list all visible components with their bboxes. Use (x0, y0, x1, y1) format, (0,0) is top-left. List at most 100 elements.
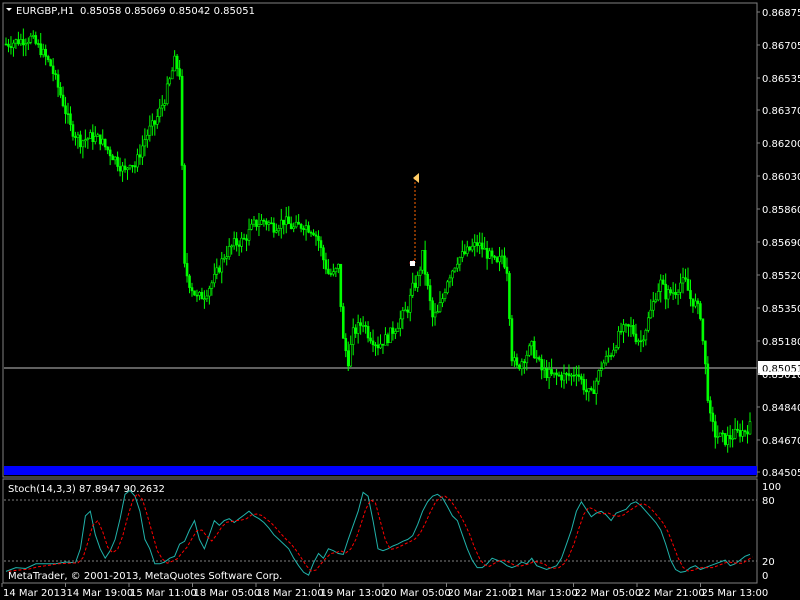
candle-body (252, 219, 256, 225)
stoch-main-line (5, 489, 751, 576)
candle-body (485, 248, 489, 259)
candle-body (267, 222, 271, 225)
candle-body (416, 275, 419, 288)
candle-body (297, 221, 300, 225)
y-tick-label: 0.85690 (762, 238, 800, 249)
trade-marker-icon[interactable] (410, 261, 415, 266)
candle-body (79, 134, 82, 148)
candle-body (575, 374, 578, 377)
candle-body (448, 277, 452, 283)
candle-body (572, 374, 576, 377)
x-tick-label: 15 Mar 11:00 (130, 588, 197, 599)
candle-body (208, 288, 211, 297)
candle-body (131, 165, 134, 167)
candle-body (237, 244, 241, 247)
candle-body (709, 400, 712, 414)
candle-body (344, 338, 348, 352)
candle-body (604, 356, 608, 364)
candle-body (235, 238, 238, 246)
candle-body (505, 266, 509, 274)
candle-body (262, 219, 266, 222)
candle-body (637, 340, 640, 343)
candle-body (232, 238, 236, 247)
candle-body (669, 289, 672, 294)
candle-body (81, 140, 85, 148)
level-100-label: 100 (762, 482, 781, 493)
candle-body (101, 138, 105, 145)
candle-body (366, 326, 370, 339)
candle-body (198, 292, 201, 296)
candle-body (518, 364, 521, 369)
candle-body (508, 273, 511, 319)
candle-body (126, 167, 129, 170)
candle-body (7, 43, 10, 47)
candle-body (679, 282, 682, 293)
candle-body (215, 267, 219, 275)
candle-body (523, 361, 526, 364)
candle-body (354, 327, 357, 334)
candle-body (31, 35, 35, 37)
blue-band (4, 466, 757, 475)
copyright-label: MetaTrader, © 2001-2013, MetaQuotes Soft… (8, 571, 282, 582)
candle-body (49, 59, 52, 67)
candle-body (557, 374, 561, 377)
candle-body (443, 292, 447, 299)
candle-body (108, 149, 112, 157)
candle-body (64, 105, 67, 114)
candle-body (4, 43, 8, 46)
candle-body (287, 216, 291, 225)
price-chart[interactable]: EURGBP,H1 0.85058 0.85069 0.85042 0.8505… (0, 0, 800, 600)
candle-body (230, 245, 233, 248)
candle-body (41, 48, 45, 56)
candle-body (86, 138, 90, 140)
candle-body (257, 224, 261, 227)
candle-body (155, 116, 159, 125)
candle-body (337, 263, 340, 269)
candle-body (589, 388, 593, 391)
candle-body (381, 343, 385, 346)
x-tick-label: 18 Mar 21:00 (257, 588, 324, 599)
candle-body (148, 125, 152, 136)
candle-body (292, 226, 295, 229)
candle-body (513, 357, 516, 362)
candle-body (716, 436, 720, 438)
candle-body (676, 291, 680, 296)
candle-body (294, 221, 298, 228)
candle-body (346, 350, 350, 367)
symbol-label: EURGBP,H1 (16, 6, 74, 17)
candle-body (592, 389, 596, 395)
candle-body (106, 146, 109, 151)
candle-body (103, 138, 107, 148)
candle-body (163, 103, 167, 106)
chevron-down-icon[interactable] (6, 8, 12, 11)
arrow-up-icon[interactable] (413, 173, 419, 183)
y-tick-label: 0.85860 (762, 205, 800, 216)
candle-body (733, 428, 737, 439)
candle-body (289, 223, 293, 229)
candle-body (674, 292, 677, 296)
candle-body (111, 155, 114, 161)
candle-body (371, 340, 375, 346)
candle-body (36, 43, 40, 45)
candle-body (723, 433, 727, 445)
candle-body (451, 270, 454, 279)
candle-body (475, 242, 479, 246)
candle-body (500, 255, 504, 258)
candle-body (401, 310, 405, 320)
candle-body (59, 86, 62, 96)
candle-body (349, 344, 353, 367)
candle-body (369, 337, 372, 342)
candle-body (284, 216, 288, 225)
candle-body (386, 334, 390, 344)
candle-body (255, 219, 258, 227)
candle-body (247, 229, 251, 241)
chart-window[interactable]: EURGBP,H1 0.85058 0.85069 0.85042 0.8505… (0, 0, 800, 600)
candle-body (121, 165, 124, 172)
candle-body (391, 327, 395, 334)
candle-body (649, 309, 653, 319)
candle-body (51, 65, 55, 74)
candle-body (178, 68, 181, 77)
candle-body (617, 330, 620, 348)
candle-body (527, 345, 531, 356)
candle-body (642, 339, 645, 342)
